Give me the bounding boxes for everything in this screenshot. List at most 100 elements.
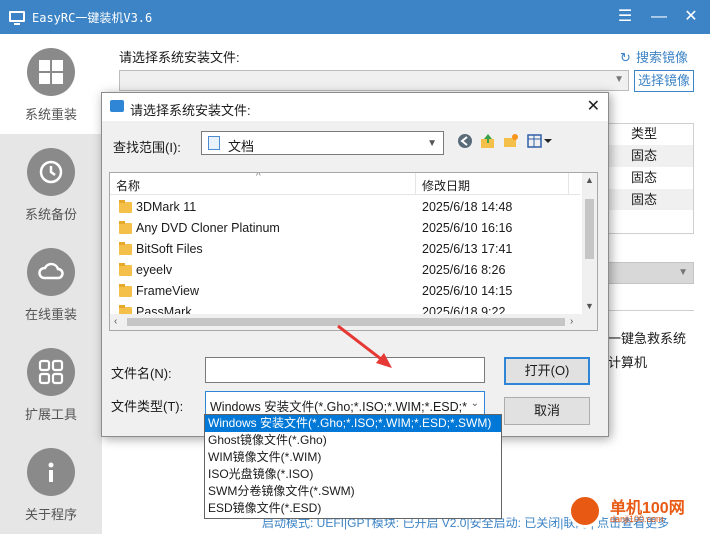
- filetype-option[interactable]: Ghost镜像文件(*.Gho): [205, 432, 501, 449]
- file-row[interactable]: FrameView 2025/6/10 14:15: [110, 281, 580, 302]
- sidebar: 系统重装 系统备份 在线重装 扩展工具 关于程序: [0, 34, 102, 534]
- file-date: 2025/6/18 14:48: [422, 200, 513, 214]
- document-icon: [208, 136, 220, 150]
- select-file-label: 请选择系统安装文件:: [119, 50, 240, 65]
- open-button[interactable]: 打开(O): [504, 357, 590, 385]
- chevron-down-icon: ⌄: [470, 398, 479, 409]
- filetype-dropdown-list: Windows 安装文件(*.Gho;*.ISO;*.WIM;*.ESD;*.S…: [204, 414, 502, 519]
- folder-icon: [119, 242, 132, 255]
- image-path-combo[interactable]: ▼: [119, 70, 629, 91]
- cancel-button[interactable]: 取消: [504, 397, 590, 425]
- sidebar-item-extension-tools[interactable]: 扩展工具: [0, 334, 102, 434]
- column-header-modified[interactable]: 修改日期: [422, 177, 470, 194]
- file-row[interactable]: BitSoft Files 2025/6/13 17:41: [110, 239, 580, 260]
- dialog-close-icon[interactable]: ✕: [587, 96, 600, 116]
- watermark-site: danji100.com: [610, 514, 664, 524]
- open-file-dialog: 请选择系统安装文件: ✕ 查找范围(I): 文档 ▼ 名称 ^ 修改日期 3DM…: [101, 92, 609, 437]
- table-cell: 固态: [608, 189, 694, 211]
- window-title: EasyRC一键装机V3.6: [32, 11, 153, 25]
- view-menu-icon[interactable]: [526, 133, 554, 151]
- look-in-label: 查找范围(I):: [113, 140, 181, 155]
- folder-icon: [119, 221, 132, 234]
- filetype-option[interactable]: ISO光盘镜像(*.ISO): [205, 466, 501, 483]
- file-date: 2025/6/13 17:41: [422, 242, 513, 256]
- folder-icon: [119, 263, 132, 276]
- chevron-down-icon: ▼: [614, 74, 624, 85]
- filetype-option[interactable]: Windows 安装文件(*.Gho;*.ISO;*.WIM;*.ESD;*.S…: [205, 415, 501, 432]
- filetype-select[interactable]: Windows 安装文件(*.Gho;*.ISO;*.WIM;*.ESD;*. …: [205, 391, 485, 415]
- annotation-arrow: [337, 324, 392, 368]
- rescue-system-text: 一键急救系统: [608, 331, 687, 346]
- sort-up-icon: ^: [256, 172, 261, 182]
- grid-icon: [27, 348, 75, 396]
- column-header-name[interactable]: 名称: [116, 177, 140, 194]
- sidebar-item-label: 在线重装: [24, 307, 77, 322]
- file-row[interactable]: Any DVD Cloner Platinum 2025/6/10 16:16: [110, 218, 580, 239]
- dialog-title-bar: 请选择系统安装文件: ✕: [102, 93, 608, 121]
- filetype-option[interactable]: WIM镜像文件(*.WIM): [205, 449, 501, 466]
- file-name: BitSoft Files: [136, 242, 203, 256]
- computer-text: 计算机: [608, 355, 648, 370]
- sidebar-item-online-reinstall[interactable]: 在线重装: [0, 234, 102, 334]
- hamburger-icon[interactable]: ☰: [614, 7, 636, 27]
- file-date: 2025/6/16 8:26: [422, 263, 506, 277]
- file-row[interactable]: eyeelv 2025/6/16 8:26: [110, 260, 580, 281]
- filetype-option[interactable]: SWM分卷镜像文件(*.SWM): [205, 483, 501, 500]
- scroll-left-icon[interactable]: ‹: [114, 316, 117, 327]
- folder-icon: [119, 200, 132, 213]
- scroll-down-icon[interactable]: ▼: [585, 301, 594, 311]
- dialog-title: 请选择系统安装文件:: [130, 103, 251, 118]
- backup-icon: [27, 148, 75, 196]
- sidebar-item-label: 扩展工具: [24, 407, 77, 422]
- sidebar-item-about[interactable]: 关于程序: [0, 434, 102, 534]
- file-row[interactable]: 3DMark 11 2025/6/18 14:48: [110, 197, 580, 218]
- new-folder-icon[interactable]: [502, 133, 520, 151]
- windows-logo-icon: [27, 48, 75, 96]
- refresh-icon: ↻: [620, 50, 631, 65]
- table-cell: 固态: [608, 145, 694, 167]
- vertical-scrollbar[interactable]: ▲ ▼: [582, 173, 597, 314]
- sidebar-item-system-reinstall[interactable]: 系统重装: [0, 34, 102, 134]
- select-image-button[interactable]: 选择镜像: [634, 70, 694, 92]
- file-list-header: 名称 ^ 修改日期: [110, 173, 580, 195]
- file-name: eyeelv: [136, 263, 173, 277]
- info-icon: [27, 448, 75, 496]
- sidebar-item-label: 系统备份: [24, 207, 77, 222]
- up-folder-icon[interactable]: [479, 133, 497, 151]
- search-image-link[interactable]: ↻ 搜索镜像: [620, 47, 688, 66]
- file-name: FrameView: [136, 284, 199, 298]
- minimize-icon[interactable]: —: [648, 7, 670, 27]
- filename-label: 文件名(N):: [111, 366, 172, 381]
- table-empty-area: [608, 210, 694, 234]
- table-header-type: 类型: [608, 123, 694, 145]
- close-icon[interactable]: ✕: [680, 7, 702, 27]
- file-date: 2025/6/10 14:15: [422, 284, 513, 298]
- filetype-label: 文件类型(T):: [111, 399, 184, 414]
- sidebar-item-label: 关于程序: [24, 507, 77, 522]
- look-in-combo[interactable]: 文档 ▼: [201, 131, 444, 155]
- scroll-up-icon[interactable]: ▲: [585, 175, 594, 185]
- dialog-icon: [110, 100, 124, 112]
- scroll-right-icon[interactable]: ›: [570, 316, 573, 327]
- file-name: 3DMark 11: [136, 200, 197, 214]
- cloud-icon: [27, 248, 75, 296]
- sidebar-item-system-backup[interactable]: 系统备份: [0, 134, 102, 234]
- app-icon: [9, 11, 25, 25]
- divider: [608, 310, 694, 311]
- back-icon[interactable]: [456, 133, 474, 151]
- file-list: 名称 ^ 修改日期 3DMark 11 2025/6/18 14:48 Any …: [109, 172, 598, 331]
- folder-icon: [119, 284, 132, 297]
- scrollbar-thumb[interactable]: [585, 199, 594, 259]
- title-bar: EasyRC一键装机V3.6 ☰ — ✕: [0, 0, 710, 34]
- filetype-option[interactable]: ESD镜像文件(*.ESD): [205, 500, 501, 517]
- chevron-down-icon: ▼: [678, 267, 688, 278]
- column-divider: [568, 173, 569, 195]
- column-divider: [415, 173, 416, 195]
- look-in-value: 文档: [228, 139, 255, 154]
- chevron-down-icon: ▼: [427, 138, 437, 149]
- partition-combo[interactable]: ▼: [608, 262, 694, 284]
- table-cell: 固态: [608, 167, 694, 189]
- plus-icon: [568, 494, 602, 528]
- sidebar-item-label: 系统重装: [24, 107, 77, 122]
- watermark-logo: 单机100网 danji100.com: [560, 492, 710, 534]
